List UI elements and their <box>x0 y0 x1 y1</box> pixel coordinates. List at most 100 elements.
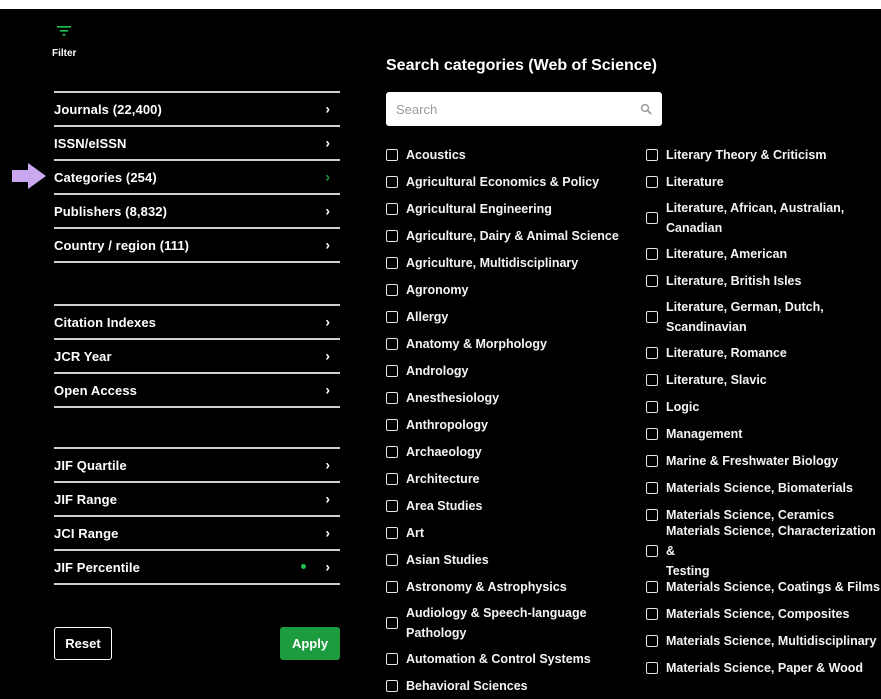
category-checkbox[interactable] <box>386 652 398 665</box>
category-option[interactable]: Literature, German, Dutch, Scandinavian <box>646 294 881 339</box>
category-checkbox[interactable] <box>646 607 658 620</box>
category-option[interactable]: Acoustics <box>386 141 636 168</box>
sidebar-item-jif-percentile[interactable]: JIF Percentile › <box>54 551 340 585</box>
category-checkbox[interactable] <box>646 454 658 467</box>
category-checkbox[interactable] <box>386 310 398 323</box>
category-checkbox[interactable] <box>386 679 398 692</box>
sidebar-item-jif-quartile[interactable]: JIF Quartile › <box>54 449 340 483</box>
category-checkbox[interactable] <box>646 580 658 593</box>
category-option[interactable]: Anesthesiology <box>386 384 636 411</box>
category-option[interactable]: Archaeology <box>386 438 636 465</box>
sidebar-item-categories[interactable]: Categories (254) › <box>54 161 340 195</box>
category-option[interactable]: Literature, American <box>646 240 881 267</box>
category-option[interactable]: Literature <box>646 168 881 195</box>
category-checkbox[interactable] <box>386 616 398 629</box>
category-option[interactable]: Management <box>646 420 881 447</box>
category-checkbox[interactable] <box>386 337 398 350</box>
category-option[interactable]: Agriculture, Multidisciplinary <box>386 249 636 276</box>
category-option[interactable]: Logic <box>646 393 881 420</box>
category-option[interactable]: Anthropology <box>386 411 636 438</box>
category-checkbox[interactable] <box>386 499 398 512</box>
category-option[interactable]: Marine & Freshwater Biology <box>646 447 881 474</box>
category-checkbox[interactable] <box>386 148 398 161</box>
category-option[interactable]: Literature, Romance <box>646 339 881 366</box>
apply-button[interactable]: Apply <box>280 627 340 660</box>
category-option[interactable]: Architecture <box>386 465 636 492</box>
category-checkbox[interactable] <box>386 256 398 269</box>
category-option[interactable]: Materials Science, Biomaterials <box>646 474 881 501</box>
category-option[interactable]: Materials Science, Multidisciplinary <box>646 627 881 654</box>
category-checkbox[interactable] <box>386 229 398 242</box>
category-option[interactable]: Materials Science, Coatings & Films <box>646 573 881 600</box>
category-checkbox[interactable] <box>646 400 658 413</box>
sidebar-item-issn[interactable]: ISSN/eISSN › <box>54 127 340 161</box>
category-checkbox[interactable] <box>386 175 398 188</box>
category-option[interactable]: Literature, Slavic <box>646 366 881 393</box>
category-checkbox[interactable] <box>646 634 658 647</box>
category-option[interactable]: Audiology & Speech-language Pathology <box>386 600 636 645</box>
category-checkbox[interactable] <box>386 472 398 485</box>
category-checkbox[interactable] <box>646 373 658 386</box>
category-checkbox[interactable] <box>386 580 398 593</box>
category-checkbox[interactable] <box>646 481 658 494</box>
sidebar-item-citation-indexes[interactable]: Citation Indexes › <box>54 306 340 340</box>
sidebar-item-open-access[interactable]: Open Access › <box>54 374 340 408</box>
category-option[interactable]: Materials Science, Paper & Wood <box>646 654 881 681</box>
category-checkbox[interactable] <box>646 310 658 323</box>
category-option[interactable]: Art <box>386 519 636 546</box>
sidebar-item-jif-range[interactable]: JIF Range › <box>54 483 340 517</box>
category-checkbox[interactable] <box>646 346 658 359</box>
category-option[interactable]: Astronomy & Astrophysics <box>386 573 636 600</box>
sidebar-item-label: JIF Percentile <box>54 559 140 575</box>
search-icon[interactable] <box>640 103 652 115</box>
category-option[interactable]: Agricultural Economics & Policy <box>386 168 636 195</box>
category-option[interactable]: Agriculture, Dairy & Animal Science <box>386 222 636 249</box>
category-option[interactable]: Andrology <box>386 357 636 384</box>
category-option[interactable]: Behavioral Sciences <box>386 672 636 699</box>
sidebar-item-country-region[interactable]: Country / region (111) › <box>54 229 340 263</box>
category-option[interactable]: Materials Science, Characterization & Tes… <box>646 524 881 578</box>
category-checkbox[interactable] <box>386 391 398 404</box>
sidebar-item-jcr-year[interactable]: JCR Year › <box>54 340 340 374</box>
category-checkbox[interactable] <box>386 364 398 377</box>
category-option[interactable]: Area Studies <box>386 492 636 519</box>
reset-button[interactable]: Reset <box>54 627 112 660</box>
category-label-line: Art <box>406 525 425 540</box>
category-checkbox[interactable] <box>646 274 658 287</box>
category-checkbox[interactable] <box>386 202 398 215</box>
category-checkbox[interactable] <box>386 418 398 431</box>
category-option[interactable]: Allergy <box>386 303 636 330</box>
category-checkbox[interactable] <box>386 553 398 566</box>
category-checkbox[interactable] <box>646 508 658 521</box>
category-option[interactable]: Agricultural Engineering <box>386 195 636 222</box>
sidebar-item-publishers[interactable]: Publishers (8,832) › <box>54 195 340 229</box>
category-checkbox[interactable] <box>646 148 658 161</box>
category-label: Agronomy <box>406 280 469 300</box>
category-checkbox[interactable] <box>646 544 658 557</box>
category-option[interactable]: Automation & Control Systems <box>386 645 636 672</box>
category-option[interactable]: Agronomy <box>386 276 636 303</box>
category-option[interactable]: Literary Theory & Criticism <box>646 141 881 168</box>
category-checkbox[interactable] <box>646 175 658 188</box>
category-checkbox[interactable] <box>646 211 658 224</box>
category-label: Audiology & Speech-language Pathology <box>406 603 587 643</box>
category-checkbox[interactable] <box>646 247 658 260</box>
category-checkbox[interactable] <box>386 283 398 296</box>
filter-icon <box>57 26 71 36</box>
sidebar-item-jci-range[interactable]: JCI Range › <box>54 517 340 551</box>
category-label-line: Materials Science, Coatings & Films <box>666 579 880 594</box>
category-option[interactable]: Anatomy & Morphology <box>386 330 636 357</box>
category-label-line: Archaeology <box>406 444 482 459</box>
category-option[interactable]: Literature, British Isles <box>646 267 881 294</box>
category-checkbox[interactable] <box>646 427 658 440</box>
filter-toggle[interactable]: Filter <box>52 25 92 65</box>
category-checkbox[interactable] <box>646 661 658 674</box>
category-option[interactable]: Materials Science, Composites <box>646 600 881 627</box>
category-search-input[interactable] <box>386 92 636 126</box>
sidebar-item-journals[interactable]: Journals (22,400) › <box>54 93 340 127</box>
category-checkbox[interactable] <box>386 526 398 539</box>
category-option[interactable]: Literature, African, Australian, Canadian <box>646 195 881 240</box>
category-checkbox[interactable] <box>386 445 398 458</box>
category-option[interactable]: Asian Studies <box>386 546 636 573</box>
category-label-line: Automation & Control Systems <box>406 651 591 666</box>
